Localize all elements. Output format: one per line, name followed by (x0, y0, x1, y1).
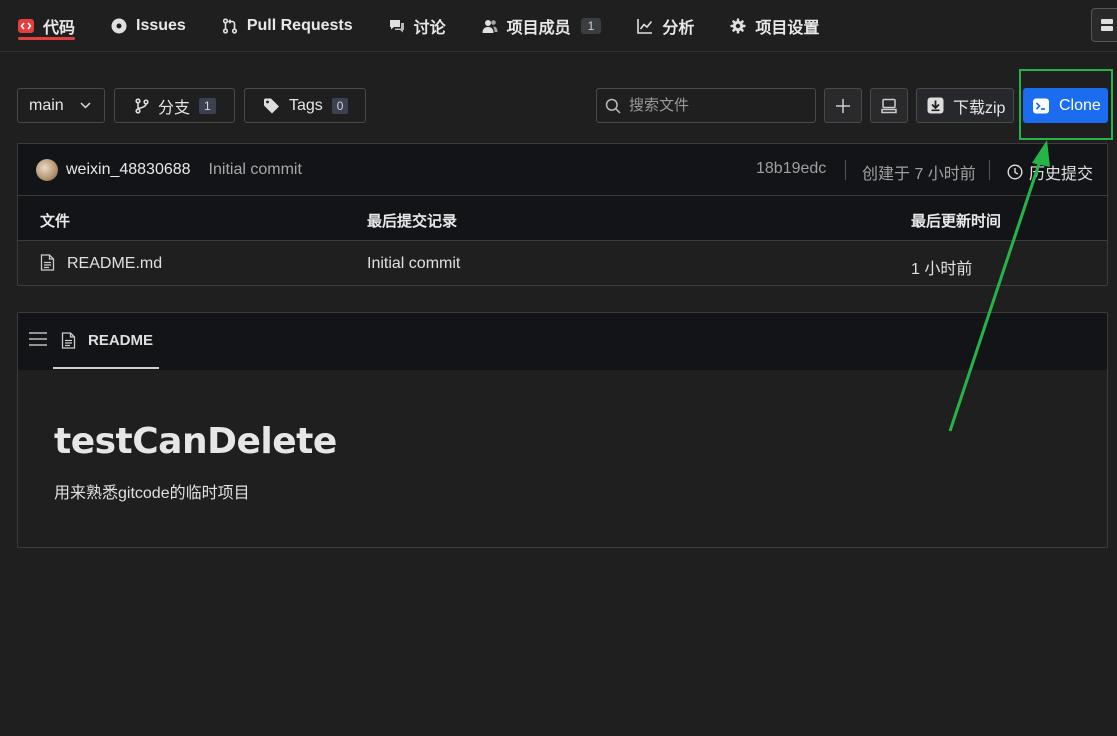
annotation-arrow (948, 140, 1050, 432)
